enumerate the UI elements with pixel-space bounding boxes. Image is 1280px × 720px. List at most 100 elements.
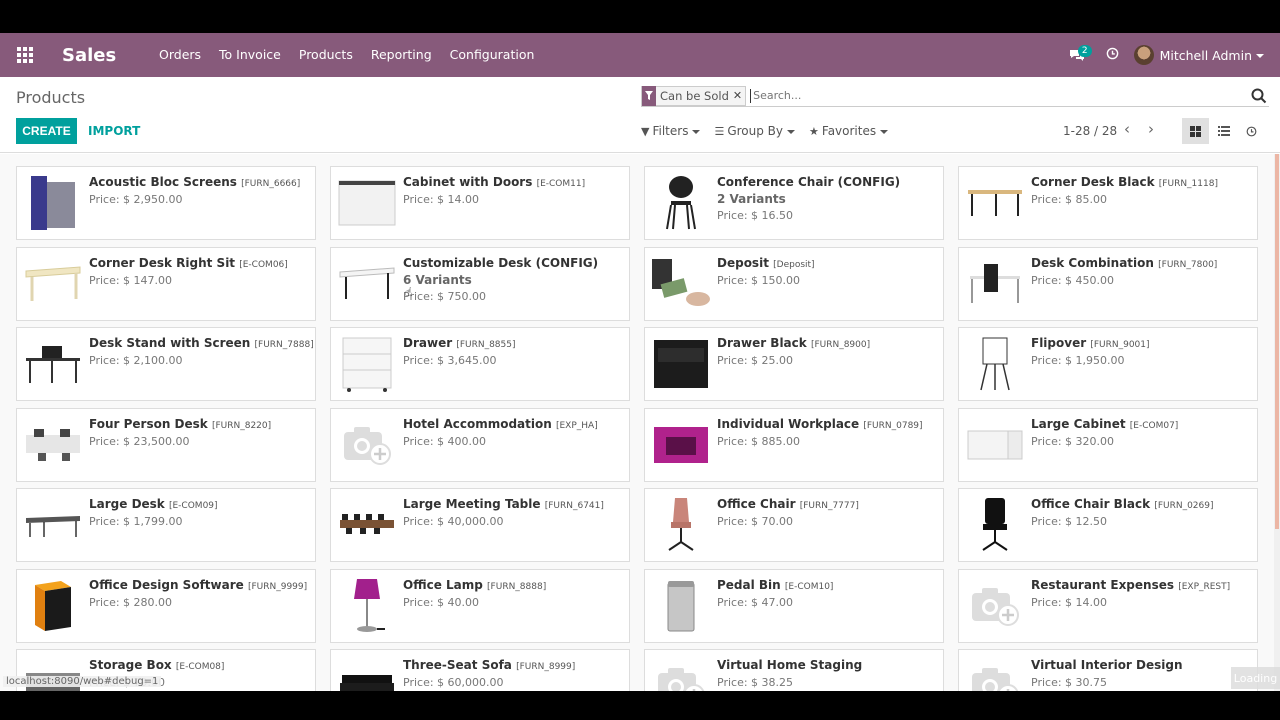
mouse-cursor-icon: ☝ bbox=[405, 285, 413, 299]
caret-down-icon bbox=[692, 129, 701, 134]
sofa-icon bbox=[337, 656, 397, 691]
kanban-view-icon[interactable] bbox=[1182, 118, 1209, 144]
product-card[interactable]: Hotel Accommodation [EXP_HA] Price: $ 400… bbox=[330, 407, 630, 482]
search-icon[interactable] bbox=[1251, 88, 1267, 104]
product-card[interactable]: Restaurant Expenses [EXP_REST] Price: $ 1… bbox=[958, 568, 1258, 643]
product-card[interactable]: Virtual Interior Design Price: $ 30.75 bbox=[958, 649, 1258, 691]
product-card[interactable]: Acoustic Bloc Screens [FURN_6666] Price: … bbox=[16, 166, 316, 240]
facet-close-icon[interactable]: ✕ bbox=[733, 89, 745, 102]
facet-label: Can be Sold bbox=[660, 88, 729, 103]
product-variants: 6 Variants bbox=[403, 272, 472, 287]
product-card[interactable]: Office Design Software [FURN_9999] Price:… bbox=[16, 568, 316, 643]
product-name: Large Meeting Table [FURN_6741] bbox=[403, 497, 623, 511]
pager-next-icon[interactable]: › bbox=[1148, 120, 1154, 138]
product-card[interactable]: Flipover [FURN_9001] Price: $ 1,950.00 bbox=[958, 327, 1258, 401]
create-button[interactable]: CREATE bbox=[16, 118, 77, 144]
desk-light-icon bbox=[23, 254, 83, 314]
groupby-label: Group By bbox=[727, 124, 784, 138]
favorites-dropdown[interactable]: ★ Favorites bbox=[809, 124, 889, 138]
product-name: Large Desk [E-COM09] bbox=[89, 497, 309, 511]
chat-icon[interactable]: 2 bbox=[1062, 33, 1092, 77]
product-name: Restaurant Expenses [EXP_REST] bbox=[1031, 578, 1251, 592]
filters-dropdown[interactable]: ▼ Filters bbox=[641, 124, 701, 138]
product-card[interactable]: Three-Seat Sofa [FURN_8999] Price: $ 60,0… bbox=[330, 649, 630, 691]
pager-prev-icon[interactable]: ‹ bbox=[1124, 120, 1130, 138]
menu-to-invoice[interactable]: To Invoice bbox=[210, 33, 290, 77]
search-facet: Can be Sold ✕ bbox=[641, 85, 747, 106]
large-desk-icon bbox=[23, 495, 83, 555]
groupby-dropdown[interactable]: ☰ Group By bbox=[714, 124, 796, 138]
import-button[interactable]: IMPORT bbox=[88, 118, 140, 144]
product-name-text: Storage Box bbox=[89, 658, 172, 672]
user-avatar[interactable] bbox=[1133, 45, 1154, 65]
product-card[interactable]: Four Person Desk [FURN_8220] Price: $ 23,… bbox=[16, 407, 316, 482]
star-icon: ★ bbox=[809, 125, 819, 138]
search-input[interactable] bbox=[750, 88, 1251, 103]
card-body: Corner Desk Right Sit [E-COM06] Price: $ … bbox=[89, 256, 309, 287]
meeting-table-icon bbox=[337, 495, 397, 555]
product-card[interactable]: Office Lamp [FURN_8888] Price: $ 40.00 bbox=[330, 568, 630, 643]
product-card[interactable]: Pedal Bin [E-COM10] Price: $ 47.00 bbox=[644, 568, 944, 643]
menu-orders[interactable]: Orders bbox=[150, 33, 210, 77]
product-card[interactable]: Corner Desk Black [FURN_1118] Price: $ 85… bbox=[958, 166, 1258, 240]
product-price: Price: $ 320.00 bbox=[1031, 434, 1115, 448]
product-ref: [FURN_0789] bbox=[863, 420, 923, 431]
product-name-text: Office Chair Black bbox=[1031, 497, 1151, 511]
product-card[interactable]: Desk Combination [FURN_7800] Price: $ 450… bbox=[958, 246, 1258, 321]
software-box-icon bbox=[23, 576, 83, 636]
product-card[interactable]: Large Cabinet [E-COM07] Price: $ 320.00 bbox=[958, 407, 1258, 482]
product-variants: 2 Variants bbox=[717, 192, 786, 206]
acoustic-screen-icon bbox=[23, 173, 83, 233]
menu-configuration[interactable]: Configuration bbox=[441, 33, 544, 77]
product-card[interactable]: Corner Desk Right Sit [E-COM06] Price: $ … bbox=[16, 246, 316, 321]
product-card[interactable]: Conference Chair (CONFIG) 2 Variants Price… bbox=[644, 166, 944, 240]
product-card[interactable]: Large Meeting Table [FURN_6741] Price: $ … bbox=[330, 488, 630, 562]
product-name-text: Office Lamp bbox=[403, 577, 483, 592]
placeholder-icon bbox=[965, 656, 1025, 691]
product-ref: [FURN_6741] bbox=[544, 501, 604, 511]
user-menu[interactable]: Mitchell Admin bbox=[1160, 48, 1280, 63]
menu-reporting[interactable]: Reporting bbox=[362, 33, 441, 77]
product-card[interactable]: Individual Workplace [FURN_0789] Price: $… bbox=[644, 407, 944, 482]
pager-value[interactable]: 1-28 / 28 bbox=[1063, 124, 1117, 138]
menu-products[interactable]: Products bbox=[290, 33, 362, 77]
product-card[interactable]: Desk Stand with Screen [FURN_7888] Price:… bbox=[16, 327, 316, 401]
product-card[interactable]: Cabinet with Doors [E-COM11] Price: $ 14.… bbox=[330, 166, 630, 240]
app-brand[interactable]: Sales bbox=[62, 45, 150, 66]
product-ref: [FURN_6666] bbox=[241, 179, 301, 189]
product-card[interactable]: Large Desk [E-COM09] Price: $ 1,799.00 bbox=[16, 488, 316, 562]
product-card[interactable]: Drawer [FURN_8855] Price: $ 3,645.00 bbox=[330, 327, 630, 401]
product-card[interactable]: Deposit [Deposit] Price: $ 150.00 bbox=[644, 246, 944, 321]
product-name-text: Desk Stand with Screen bbox=[89, 336, 251, 350]
product-card[interactable]: Customizable Desk (CONFIG) 6 Variants Pric… bbox=[330, 246, 630, 321]
search-bar: Can be Sold ✕ bbox=[641, 85, 1269, 107]
flipover-icon bbox=[965, 334, 1025, 394]
card-body: Desk Stand with Screen [FURN_7888] Price:… bbox=[89, 336, 314, 367]
product-name: Virtual Home Staging bbox=[717, 658, 937, 672]
product-name: Desk Stand with Screen [FURN_7888] bbox=[89, 336, 314, 350]
product-price: Price: $ 12.50 bbox=[1031, 515, 1108, 528]
list-view-icon[interactable] bbox=[1213, 118, 1235, 144]
scrollbar-thumb[interactable] bbox=[1275, 154, 1279, 529]
product-card[interactable]: Office Chair Black [FURN_0269] Price: $ 1… bbox=[958, 488, 1258, 562]
activity-clock-icon[interactable] bbox=[1092, 47, 1134, 64]
product-price: Price: $ 280.00 bbox=[89, 595, 173, 609]
product-card[interactable]: Office Chair [FURN_7777] Price: $ 70.00 bbox=[644, 488, 944, 562]
product-name-text: Large Meeting Table bbox=[403, 497, 541, 511]
product-price: Price: $ 16.50 bbox=[717, 209, 794, 222]
product-card[interactable]: Drawer Black [FURN_8900] Price: $ 25.00 bbox=[644, 327, 944, 401]
activity-view-icon[interactable] bbox=[1240, 118, 1262, 144]
drawer-black-icon bbox=[651, 334, 711, 394]
product-name: Customizable Desk (CONFIG) bbox=[403, 256, 623, 270]
bars-icon: ☰ bbox=[714, 125, 725, 138]
product-ref: [FURN_0269] bbox=[1154, 501, 1214, 511]
card-body: Large Cabinet [E-COM07] Price: $ 320.00 bbox=[1031, 417, 1251, 448]
product-name: Desk Combination [FURN_7800] bbox=[1031, 256, 1251, 270]
product-price: Price: $ 2,950.00 bbox=[89, 193, 183, 206]
caret-down-icon bbox=[880, 129, 889, 134]
product-ref: [E-COM08] bbox=[175, 662, 225, 672]
product-name-text: Corner Desk Right Sit bbox=[89, 255, 236, 270]
product-ref: [FURN_7800] bbox=[1158, 259, 1218, 270]
product-card[interactable]: Virtual Home Staging Price: $ 38.25 bbox=[644, 649, 944, 691]
apps-menu-icon[interactable] bbox=[0, 33, 50, 77]
